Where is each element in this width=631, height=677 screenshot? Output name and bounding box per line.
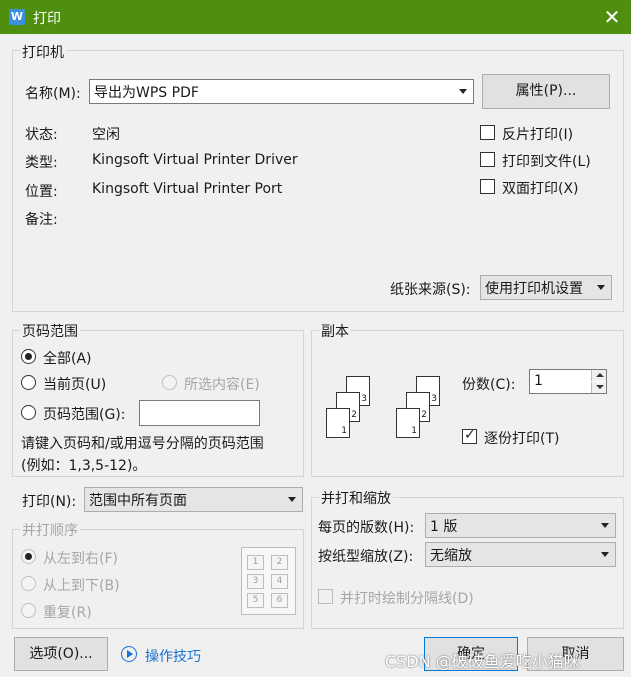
order-repeat-radio (21, 603, 36, 618)
spin-down-icon[interactable] (591, 382, 606, 393)
print-to-file-checkbox[interactable] (480, 152, 495, 167)
duplex-checkbox[interactable] (480, 179, 495, 194)
printer-group-label: 打印机 (20, 42, 66, 62)
pages-per-sheet-select[interactable]: 1 版 (425, 513, 616, 538)
pages-per-sheet-label: 每页的版数(H): (318, 520, 415, 536)
order-repeat-label: 重复(R) (43, 605, 92, 621)
printer-name-select[interactable]: 导出为WPS PDF (89, 79, 474, 104)
print-what-label: 打印(N): (22, 494, 77, 510)
page-range-group-label: 页码范围 (20, 321, 80, 341)
order-left-right-label: 从左到右(F) (43, 551, 118, 567)
copies-group-label: 副本 (319, 321, 351, 341)
play-circle-icon[interactable] (121, 646, 137, 662)
close-icon[interactable]: ✕ (600, 4, 624, 30)
page-icon: 1 (396, 408, 420, 438)
range-selection-label: 所选内容(E) (184, 377, 260, 393)
collate-label[interactable]: 逐份打印(T) (484, 428, 559, 448)
order-top-bottom-radio (21, 576, 36, 591)
copies-count-value: 1 (534, 373, 543, 389)
collate-checkbox[interactable] (462, 427, 477, 444)
zoom-group-label: 并打和缩放 (319, 488, 393, 508)
order-preview-icon: 1 2 3 4 5 6 (241, 547, 296, 615)
comment-label: 备注: (25, 212, 58, 228)
duplex-label[interactable]: 双面打印(X) (502, 178, 579, 198)
order-cell: 6 (271, 593, 288, 608)
order-cell: 4 (271, 574, 288, 589)
scale-value: 无缩放 (430, 548, 472, 564)
page-range-hint-1: 请键入页码和/或用逗号分隔的页码范围 (21, 436, 264, 452)
location-label: 位置: (25, 184, 58, 200)
page-range-hint-2: (例如：1,3,5-12)。 (21, 458, 147, 474)
wps-logo-icon: W (9, 9, 25, 25)
collated-stack-icon: 3 2 1 (326, 376, 376, 440)
print-to-file-label[interactable]: 打印到文件(L) (502, 151, 591, 171)
printer-name-label: 名称(M): (25, 86, 81, 102)
chevron-down-icon (601, 523, 609, 528)
scale-label: 按纸型缩放(Z): (318, 549, 414, 565)
draw-separator-checkbox (318, 589, 333, 604)
window-title: 打印 (33, 11, 61, 27)
order-cell: 2 (271, 555, 288, 570)
paper-source-select[interactable]: 使用打印机设置 (480, 275, 612, 300)
order-left-right-radio (21, 549, 36, 564)
printer-name-value: 导出为WPS PDF (94, 85, 199, 101)
range-current-radio[interactable] (21, 375, 36, 390)
range-pages-radio[interactable] (21, 405, 36, 420)
properties-button[interactable]: 属性(P)... (482, 74, 610, 109)
order-cell: 1 (247, 555, 264, 570)
print-what-select[interactable]: 范围中所有页面 (84, 487, 303, 512)
draw-separator-label: 并打时绘制分隔线(D) (340, 591, 474, 607)
paper-source-label: 纸张来源(S): (390, 282, 471, 298)
chevron-down-icon (288, 497, 296, 502)
chevron-down-icon (601, 552, 609, 557)
reverse-print-checkbox[interactable] (480, 125, 495, 140)
type-label: 类型: (25, 155, 58, 171)
scale-select[interactable]: 无缩放 (425, 542, 616, 567)
collated-stack-icon: 3 2 1 (396, 376, 446, 440)
range-all-label[interactable]: 全部(A) (43, 348, 92, 368)
location-value: Kingsoft Virtual Printer Port (92, 181, 283, 197)
range-current-label[interactable]: 当前页(U) (43, 374, 106, 394)
paper-source-value: 使用打印机设置 (485, 281, 583, 297)
chevron-down-icon (597, 285, 605, 290)
tips-link[interactable]: 操作技巧 (145, 646, 201, 666)
copies-count-stepper[interactable]: 1 (529, 369, 607, 394)
page-range-input[interactable] (139, 400, 260, 426)
options-button[interactable]: 选项(O)... (14, 637, 108, 671)
reverse-print-label[interactable]: 反片打印(I) (502, 124, 573, 144)
range-selection-radio (162, 375, 177, 390)
range-pages-label[interactable]: 页码范围(G): (43, 404, 126, 424)
order-top-bottom-label: 从上到下(B) (43, 578, 120, 594)
title-bar: W 打印 ✕ (0, 0, 631, 34)
pages-per-sheet-value: 1 版 (430, 519, 458, 535)
collate-order-group-label: 并打顺序 (20, 520, 80, 540)
order-cell: 5 (247, 593, 264, 608)
csdn-watermark: CSDN @破破鱼爱吃小猫咪 (385, 652, 580, 671)
order-cell: 3 (247, 574, 264, 589)
chevron-down-icon (459, 89, 467, 94)
print-what-value: 范围中所有页面 (89, 493, 187, 509)
copies-count-label: 份数(C): (462, 377, 516, 393)
status-value: 空闲 (92, 127, 120, 143)
type-value: Kingsoft Virtual Printer Driver (92, 152, 298, 168)
page-icon: 1 (326, 408, 350, 438)
status-label: 状态: (25, 127, 58, 143)
spin-up-icon[interactable] (591, 370, 606, 381)
range-all-radio[interactable] (21, 349, 36, 364)
